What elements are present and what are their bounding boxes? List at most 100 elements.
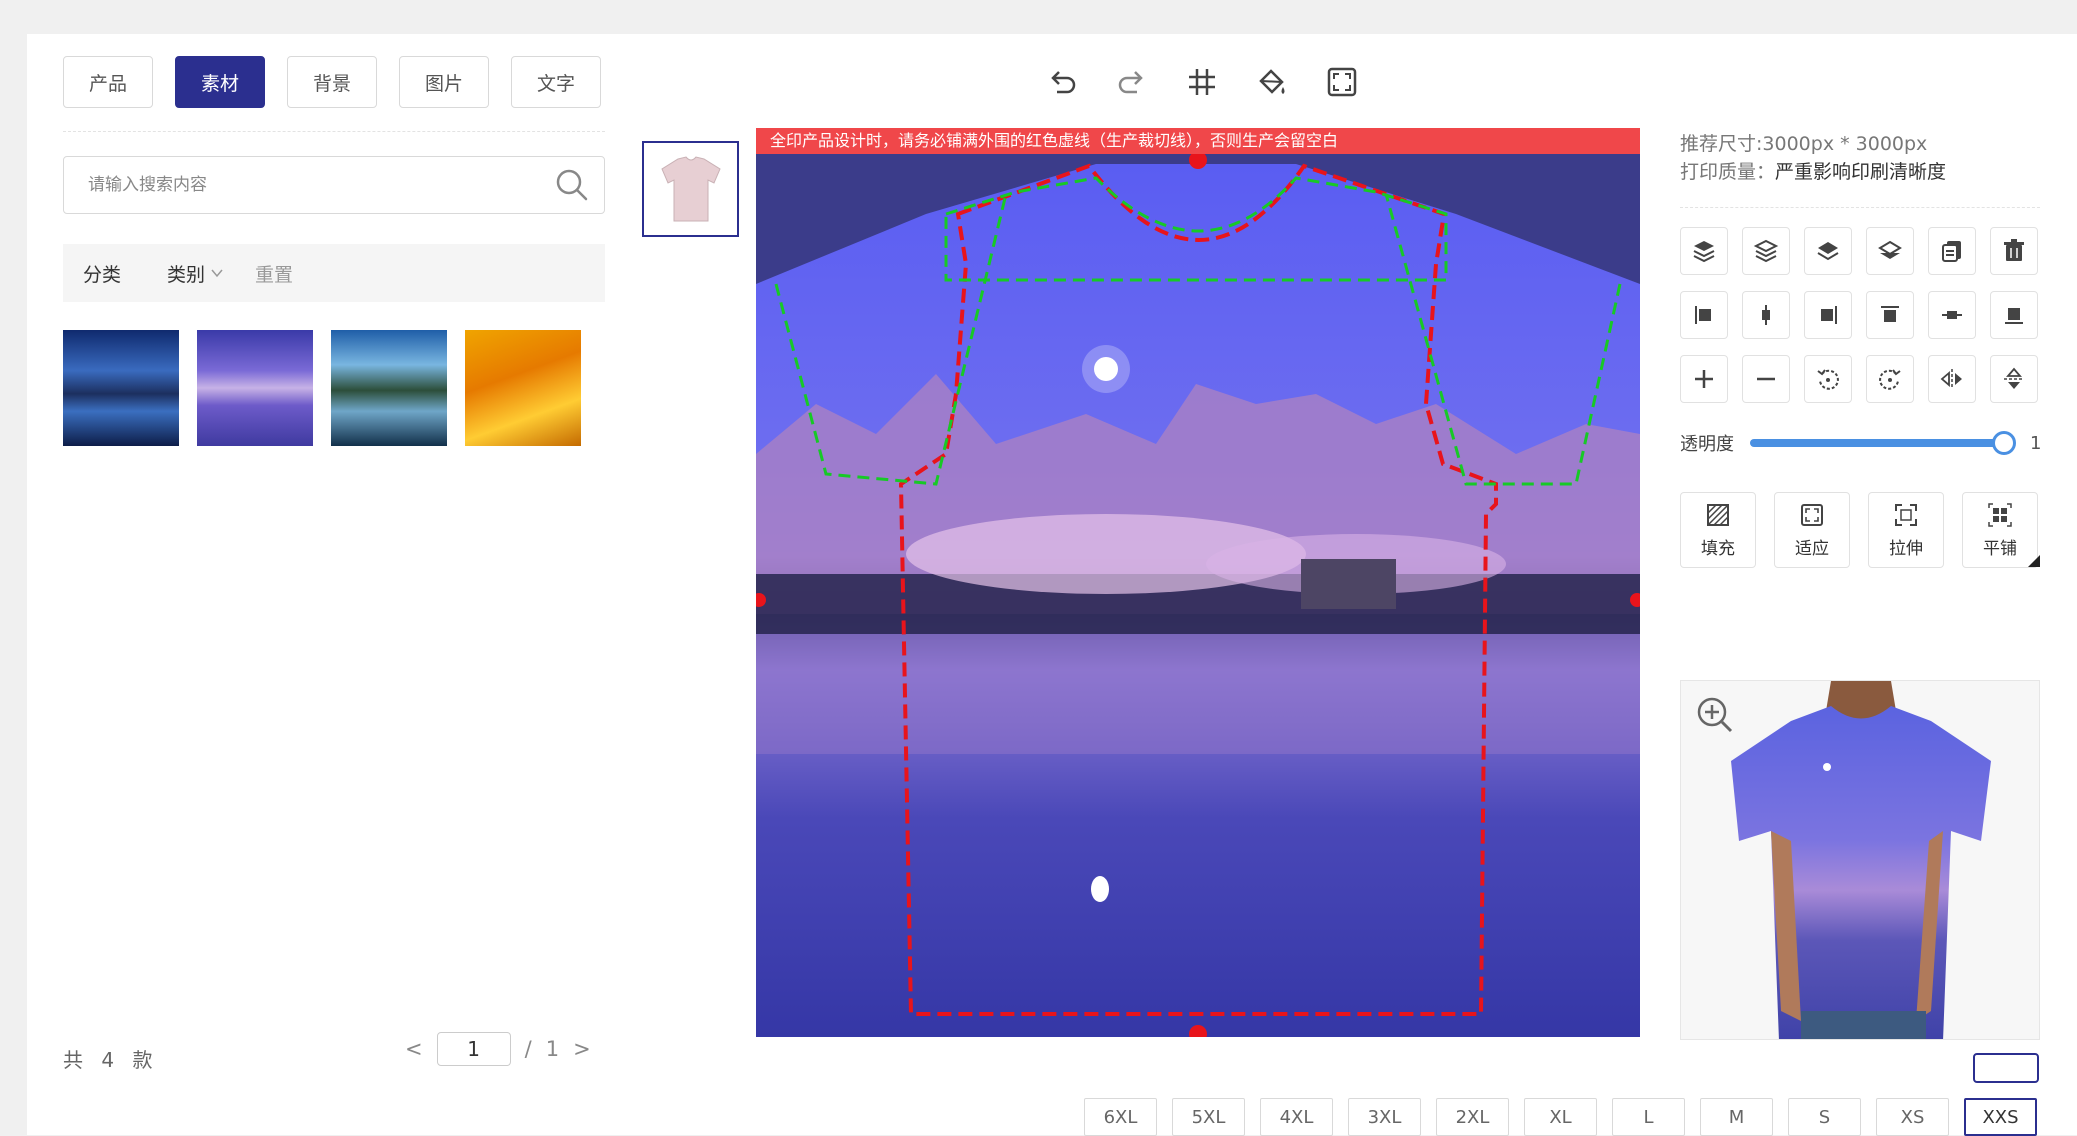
prev-page-button[interactable]: < [405,1037,423,1061]
print-quality: 打印质量：严重影响印刷清晰度 [1680,158,1946,186]
material-thumb-purple-mountains[interactable] [197,330,313,446]
opacity-slider[interactable] [1750,431,2016,455]
cut-line-warning: 全印产品设计时，请务必铺满外围的红色虚线（生产裁切线），否则生产会留空白 [756,128,1640,154]
trash-icon [2004,239,2024,261]
align-center-horizontal-icon [1762,305,1770,325]
opacity-control: 透明度 1 [1680,430,2050,456]
layers-up-icon [1693,241,1715,263]
more-options-corner-icon[interactable] [2028,555,2040,567]
zoom-in-button[interactable] [1680,355,1728,403]
fullscreen-button[interactable] [1322,60,1362,104]
canvas-toolbar [1042,60,1362,104]
tab-product[interactable]: 产品 [63,56,153,108]
color-swatch[interactable] [1973,1053,2039,1083]
delete-button[interactable] [1990,227,2038,275]
size-option[interactable]: 5XL [1172,1098,1245,1136]
layer-bottom-icon [1878,240,1902,259]
copy-button[interactable] [1928,227,1976,275]
search-input[interactable] [64,157,552,213]
align-left-icon [1695,306,1711,324]
opacity-value: 1 [2030,432,2042,454]
total-pages: 1 [545,1037,560,1061]
search-box [63,156,605,214]
flip-horizontal-icon [1940,369,1962,389]
material-thumb-green-lake[interactable] [331,330,447,446]
size-option[interactable]: 4XL [1260,1098,1333,1136]
type-dropdown[interactable]: 类别 [167,260,225,287]
align-top-button[interactable] [1866,291,1914,339]
align-center-vertical-button[interactable] [1928,291,1976,339]
size-option[interactable]: S [1788,1098,1861,1136]
zoom-in-icon[interactable] [1695,695,1735,735]
align-center-vertical-icon [1942,311,1962,319]
plus-icon [1695,370,1713,388]
print-quality-value: 严重影响印刷清晰度 [1775,161,1947,183]
send-backward-button[interactable] [1804,227,1852,275]
designer-page: 产品 素材 背景 图片 文字 分类 类别 重置 共 4 款 < 1 / 1 > [27,34,2077,1136]
bring-forward-button[interactable] [1742,227,1790,275]
rotate-right-button[interactable] [1866,355,1914,403]
stretch-icon [1895,503,1917,526]
rotate-left-icon [1817,369,1839,390]
size-option[interactable]: L [1612,1098,1685,1136]
align-bottom-icon [2005,308,2023,324]
size-option[interactable]: 2XL [1436,1098,1509,1136]
size-option[interactable]: XL [1524,1098,1597,1136]
opacity-slider-handle[interactable] [1992,431,2016,455]
minus-icon [1757,377,1775,381]
tile-button[interactable]: 平铺 [1962,492,2038,568]
canvas-artwork [756,154,1640,1037]
product-preview [1680,680,2040,1040]
tab-background[interactable]: 背景 [287,56,377,108]
layer-down-icon [1817,242,1839,261]
paint-bucket-button[interactable] [1252,60,1292,104]
print-info: 推荐尺寸:3000px * 3000px 打印质量：严重影响印刷清晰度 [1680,130,1946,186]
divider [1680,207,2040,208]
rotate-left-button[interactable] [1804,355,1852,403]
align-bottom-button[interactable] [1990,291,2038,339]
tab-text[interactable]: 文字 [511,56,601,108]
fill-pattern-icon [1707,503,1729,526]
next-page-button[interactable]: > [573,1037,591,1061]
print-quality-label: 打印质量： [1680,161,1776,183]
fullscreen-icon [1327,67,1357,97]
tile-icon [1988,502,2012,527]
size-option[interactable]: XS [1876,1098,1949,1136]
align-center-horizontal-button[interactable] [1742,291,1790,339]
size-option[interactable]: 6XL [1084,1098,1157,1136]
search-icon[interactable] [552,165,592,205]
send-to-back-button[interactable] [1866,227,1914,275]
flip-horizontal-button[interactable] [1928,355,1976,403]
copy-icon [1942,241,1961,262]
fill-button[interactable]: 填充 [1680,492,1756,568]
undo-button[interactable] [1042,60,1082,104]
tile-button-label: 平铺 [1983,538,2017,559]
size-option[interactable]: M [1700,1098,1773,1136]
fit-button[interactable]: 适应 [1774,492,1850,568]
fit-frame-icon [1801,503,1823,526]
grid-icon [1189,69,1215,95]
material-thumb-lake-night[interactable] [63,330,179,446]
reset-button[interactable]: 重置 [255,260,293,287]
design-canvas[interactable]: 全印产品设计时，请务必铺满外围的红色虚线（生产裁切线），否则生产会留空白 [756,128,1640,1037]
page-input[interactable]: 1 [436,1032,511,1066]
redo-button[interactable] [1112,60,1152,104]
stretch-button[interactable]: 拉伸 [1868,492,1944,568]
size-option[interactable]: 3XL [1348,1098,1421,1136]
stretch-button-label: 拉伸 [1889,538,1923,559]
align-right-button[interactable] [1804,291,1852,339]
size-selector: 6XL 5XL 4XL 3XL 2XL XL L M S XS XXS [1084,1098,2037,1136]
tab-material[interactable]: 素材 [175,56,265,108]
materials-count: 共 4 款 [63,1048,159,1072]
size-option-selected[interactable]: XXS [1964,1098,2037,1136]
bring-to-front-button[interactable] [1680,227,1728,275]
zoom-out-button[interactable] [1742,355,1790,403]
pagination: < 1 / 1 > [405,1032,591,1066]
flip-vertical-button[interactable] [1990,355,2038,403]
tab-image[interactable]: 图片 [399,56,489,108]
grid-button[interactable] [1182,60,1222,104]
align-left-button[interactable] [1680,291,1728,339]
product-view-thumbnail[interactable] [642,141,739,237]
material-thumb-autumn-forest[interactable] [465,330,581,446]
fit-button-label: 适应 [1795,538,1829,559]
